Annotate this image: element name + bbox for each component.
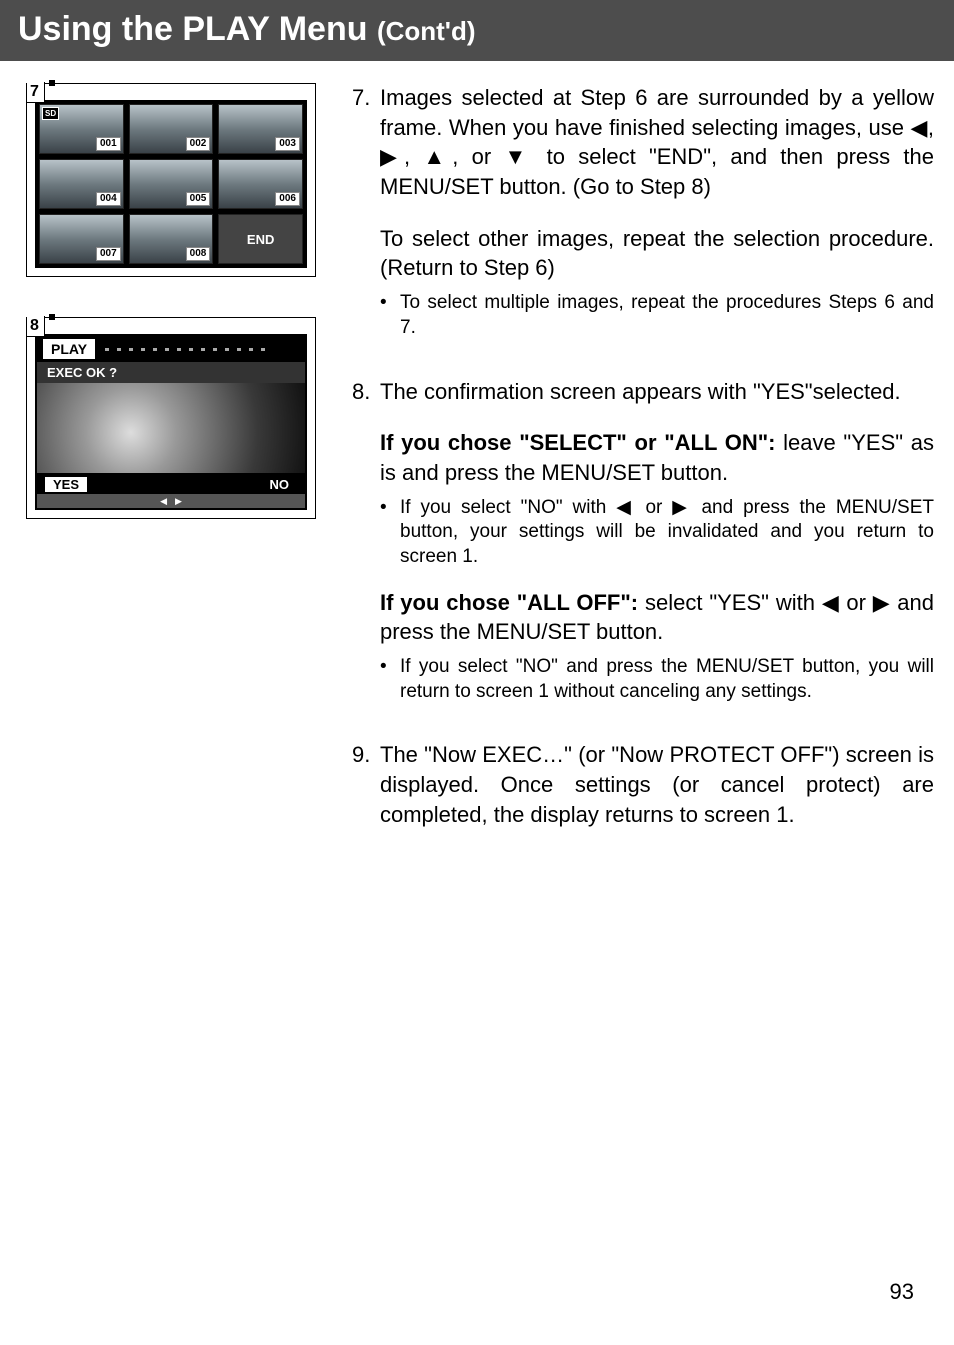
tab-dots	[105, 348, 265, 351]
step-7-p1: Images selected at Step 6 are surrounded…	[380, 83, 934, 202]
nav-bar: ◀ ▶	[37, 494, 305, 508]
page-number: 93	[890, 1279, 914, 1305]
play-tab-row: PLAY	[37, 336, 305, 362]
bold-text: If you chose "SELECT" or "ALL ON":	[380, 430, 775, 455]
bullet-dot: •	[380, 496, 400, 570]
thumb-label: 006	[275, 192, 300, 206]
left-column: 7 SD001 002 003 004 005 006 007 008 END …	[26, 83, 316, 877]
thumb-label: 005	[186, 192, 211, 206]
step-7-num: 7.	[352, 83, 380, 351]
play-tab: PLAY	[43, 339, 95, 359]
right-column: 7. Images selected at Step 6 are surroun…	[352, 83, 934, 877]
sd-icon: SD	[42, 107, 59, 120]
thumb-label: 002	[186, 137, 211, 151]
step-8: 8. The confirmation screen appears with …	[352, 377, 934, 715]
step-7-bullet-1: •To select multiple images, repeat the p…	[380, 291, 934, 340]
nav-right-icon: ▶	[175, 496, 182, 507]
thumb-label: 008	[186, 247, 211, 261]
figure-8-screen: PLAY EXEC OK ? YES NO ◀ ▶	[35, 334, 307, 510]
step-8-body: The confirmation screen appears with "YE…	[380, 377, 934, 715]
step-8-num: 8.	[352, 377, 380, 715]
thumb-label: 003	[275, 137, 300, 151]
text: select "YES" with	[638, 590, 822, 615]
figure-7-label: 7	[27, 82, 45, 103]
bullet-dot: •	[380, 655, 400, 704]
arrows: ◀ or ▶	[616, 497, 691, 518]
text: If you select "NO" with	[400, 497, 616, 518]
step-8-bullet-2: •If you select "NO" and press the MENU/S…	[380, 655, 934, 704]
content: 7 SD001 002 003 004 005 006 007 008 END …	[0, 61, 954, 877]
step-8-p1: The confirmation screen appears with "YE…	[380, 377, 934, 407]
thumb-004: 004	[39, 159, 124, 209]
thumb-005: 005	[129, 159, 214, 209]
step-7: 7. Images selected at Step 6 are surroun…	[352, 83, 934, 351]
step-8-p3: If you chose "ALL OFF": select "YES" wit…	[380, 588, 934, 647]
step-7-body: Images selected at Step 6 are surrounded…	[380, 83, 934, 351]
thumb-001: SD 001	[39, 104, 124, 154]
thumb-006: 006	[218, 159, 303, 209]
yes-no-row: YES NO	[37, 473, 305, 494]
thumb-002: 002	[129, 104, 214, 154]
figure-8: 8 PLAY EXEC OK ? YES NO ◀ ▶	[26, 317, 316, 519]
step-list: 7. Images selected at Step 6 are surroun…	[352, 83, 934, 851]
figure-7-grid: SD 001 002 003 004 005 006 007 008 END	[35, 100, 307, 268]
page-title-main: Using the PLAY Menu	[18, 10, 377, 48]
preview-area	[37, 383, 305, 473]
text: Images selected at Step 6 are surrounded…	[380, 85, 934, 140]
exec-prompt: EXEC OK ?	[37, 362, 305, 383]
thumb-label: 007	[96, 247, 121, 261]
figure-8-label: 8	[27, 316, 45, 337]
page-title-sub: (Cont'd)	[377, 16, 476, 46]
thumb-003: 003	[218, 104, 303, 154]
bullet-dot: •	[380, 291, 400, 340]
bullet-text: If you select "NO" and press the MENU/SE…	[400, 655, 934, 704]
nav-left-icon: ◀	[160, 496, 167, 507]
thumb-008: 008	[129, 214, 214, 264]
step-9-num: 9.	[352, 740, 380, 851]
figure-7: 7 SD 001 002 003 004 005 006 007 008 END	[26, 83, 316, 277]
bold-text: If you chose "ALL OFF":	[380, 590, 638, 615]
step-9-body: The "Now EXEC…" (or "Now PROTECT OFF") s…	[380, 740, 934, 851]
thumb-end: END	[218, 214, 303, 264]
step-7-p2: To select other images, repeat the selec…	[380, 224, 934, 283]
bullet-text: To select multiple images, repeat the pr…	[400, 291, 934, 340]
thumb-label: 001	[96, 137, 121, 151]
thumb-007: 007	[39, 214, 124, 264]
step-9: 9. The "Now EXEC…" (or "Now PROTECT OFF"…	[352, 740, 934, 851]
step-8-bullet-1: •If you select "NO" with ◀ or ▶ and pres…	[380, 496, 934, 570]
step-9-p1: The "Now EXEC…" (or "Now PROTECT OFF") s…	[380, 740, 934, 829]
arrows: ◀ or ▶	[822, 590, 891, 615]
step-8-p2: If you chose "SELECT" or "ALL ON": leave…	[380, 428, 934, 487]
bullet-text: If you select "NO" with ◀ or ▶ and press…	[400, 496, 934, 570]
option-yes: YES	[45, 477, 87, 492]
thumb-label: 004	[96, 192, 121, 206]
page-header: Using the PLAY Menu (Cont'd)	[0, 0, 954, 61]
option-no: NO	[262, 477, 298, 492]
